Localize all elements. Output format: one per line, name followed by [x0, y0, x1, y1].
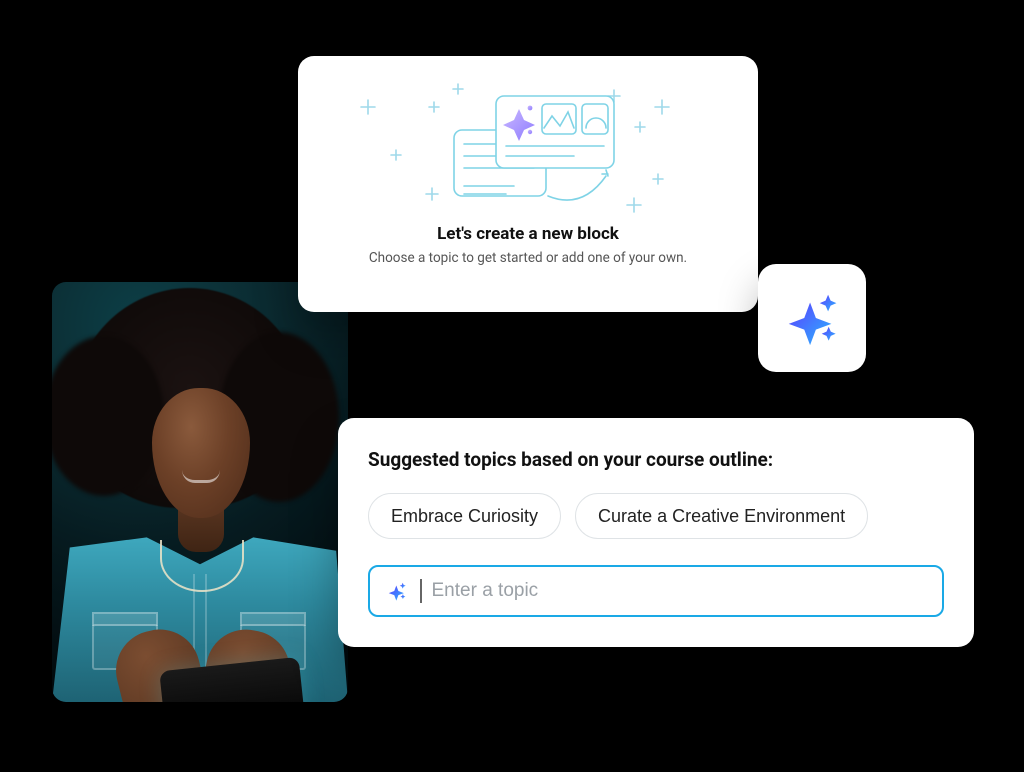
sparkle-icon	[781, 287, 843, 349]
topic-chip-embrace-curiosity[interactable]: Embrace Curiosity	[368, 493, 561, 539]
suggested-topics-card: Suggested topics based on your course ou…	[338, 418, 974, 647]
topic-input[interactable]	[432, 580, 927, 602]
topic-chip-curate-creative-environment[interactable]: Curate a Creative Environment	[575, 493, 868, 539]
ai-badge	[758, 264, 866, 372]
suggested-topics-heading: Suggested topics based on your course ou…	[368, 448, 944, 471]
hero-photo	[52, 282, 348, 702]
input-caret	[420, 579, 422, 603]
create-block-title: Let's create a new block	[437, 224, 619, 244]
create-block-card: Let's create a new block Choose a topic …	[298, 56, 758, 312]
topic-input-container[interactable]	[368, 565, 944, 617]
create-block-illustration	[338, 78, 718, 218]
sparkle-icon	[386, 580, 408, 602]
topic-chip-row: Embrace Curiosity Curate a Creative Envi…	[368, 493, 944, 539]
create-block-subtitle: Choose a topic to get started or add one…	[369, 250, 687, 266]
